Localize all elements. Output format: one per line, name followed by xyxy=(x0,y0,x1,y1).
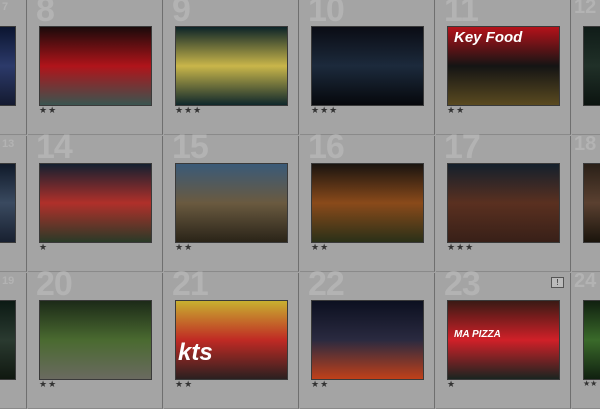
grid-cell-22[interactable]: 22 ★★ xyxy=(300,265,435,409)
cell-index-number: 20 xyxy=(36,265,73,303)
grid-cell-9[interactable]: 9 ★★★ xyxy=(164,0,299,135)
grid-cell-17[interactable]: 17 ★★★ xyxy=(436,128,571,272)
grid-cell-18[interactable]: 18 xyxy=(572,133,600,272)
cell-index-number: 12 xyxy=(574,0,597,18)
star-rating[interactable]: ★★ xyxy=(311,379,329,390)
photo-thumbnail[interactable]: kts xyxy=(175,300,288,380)
star-rating[interactable]: ★★★ xyxy=(175,105,202,116)
cell-index-number: 13 xyxy=(2,138,15,150)
photo-thumbnail[interactable] xyxy=(447,163,560,243)
star-rating[interactable]: ★★★ xyxy=(447,242,474,253)
photo-thumbnail[interactable] xyxy=(0,300,16,380)
photo-sign-text: MA PIZZA xyxy=(454,329,501,340)
cell-index-number: 24 xyxy=(574,270,597,292)
cell-index-number: 15 xyxy=(172,128,209,166)
grid-cell-20[interactable]: 20 ★★ xyxy=(28,265,163,409)
cell-index-number: 16 xyxy=(308,128,345,166)
photo-sign-text: kts xyxy=(178,339,213,366)
cell-index-number: 14 xyxy=(36,128,73,166)
photo-thumbnail[interactable] xyxy=(583,163,600,243)
photo-thumbnail[interactable] xyxy=(175,163,288,243)
cell-index-number: 22 xyxy=(308,265,345,303)
grid-cell-21[interactable]: 21 kts ★★ xyxy=(164,265,299,409)
star-rating[interactable]: ★★ xyxy=(39,379,57,390)
star-rating[interactable]: ★★ xyxy=(447,105,465,116)
grid-cell-12[interactable]: 12 xyxy=(572,0,600,135)
grid-cell-8[interactable]: 8 ★★ xyxy=(28,0,163,135)
photo-thumbnail[interactable] xyxy=(311,163,424,243)
grid-cell-7[interactable]: 7 xyxy=(0,0,27,135)
photo-thumbnail[interactable] xyxy=(175,26,288,106)
photo-thumbnail[interactable]: Key Food xyxy=(447,26,560,106)
photo-thumbnail[interactable] xyxy=(583,26,600,106)
star-rating[interactable]: ★★ xyxy=(583,379,597,388)
star-rating[interactable]: ★★ xyxy=(175,242,193,253)
photo-thumbnail[interactable] xyxy=(39,26,152,106)
grid-cell-16[interactable]: 16 ★★ xyxy=(300,128,435,272)
grid-cell-13[interactable]: 13 xyxy=(0,136,27,272)
grid-cell-24[interactable]: 24 ★★ xyxy=(572,270,600,409)
photo-thumbnail[interactable] xyxy=(39,163,152,243)
cell-index-number: 7 xyxy=(2,1,9,13)
photo-thumbnail[interactable] xyxy=(0,163,16,243)
star-rating[interactable]: ★★★ xyxy=(311,105,338,116)
warning-badge-icon[interactable]: ! xyxy=(551,277,564,288)
photo-thumbnail[interactable] xyxy=(39,300,152,380)
cell-index-number: 19 xyxy=(2,275,15,287)
grid-cell-14[interactable]: 14 ★ xyxy=(28,128,163,272)
cell-index-number: 21 xyxy=(172,265,209,303)
photo-thumbnail[interactable] xyxy=(0,26,16,106)
photo-thumbnail[interactable]: MA PIZZA xyxy=(447,300,560,380)
star-rating[interactable]: ★ xyxy=(39,242,48,253)
photo-thumbnail[interactable] xyxy=(311,300,424,380)
star-rating[interactable]: ★ xyxy=(447,379,456,390)
photo-sign-text: Key Food xyxy=(454,29,523,46)
grid-cell-15[interactable]: 15 ★★ xyxy=(164,128,299,272)
photo-thumbnail[interactable] xyxy=(311,26,424,106)
grid-cell-23[interactable]: 23 MA PIZZA ★! xyxy=(436,265,571,409)
cell-index-number: 17 xyxy=(444,128,481,166)
star-rating[interactable]: ★★ xyxy=(39,105,57,116)
library-grid-view: 7 8 ★★ 9 ★★★ 10 ★★★ 11 Key Food ★★ 12 13 14 ★ 15 ★★ 16 ★★… xyxy=(0,0,600,409)
cell-index-number: 23 xyxy=(444,265,481,303)
grid-cell-10[interactable]: 10 ★★★ xyxy=(300,0,435,135)
cell-index-number: 18 xyxy=(574,133,597,155)
star-rating[interactable]: ★★ xyxy=(311,242,329,253)
photo-thumbnail[interactable] xyxy=(583,300,600,380)
grid-cell-11[interactable]: 11 Key Food ★★ xyxy=(436,0,571,135)
star-rating[interactable]: ★★ xyxy=(175,379,193,390)
grid-cell-19[interactable]: 19 xyxy=(0,273,27,409)
